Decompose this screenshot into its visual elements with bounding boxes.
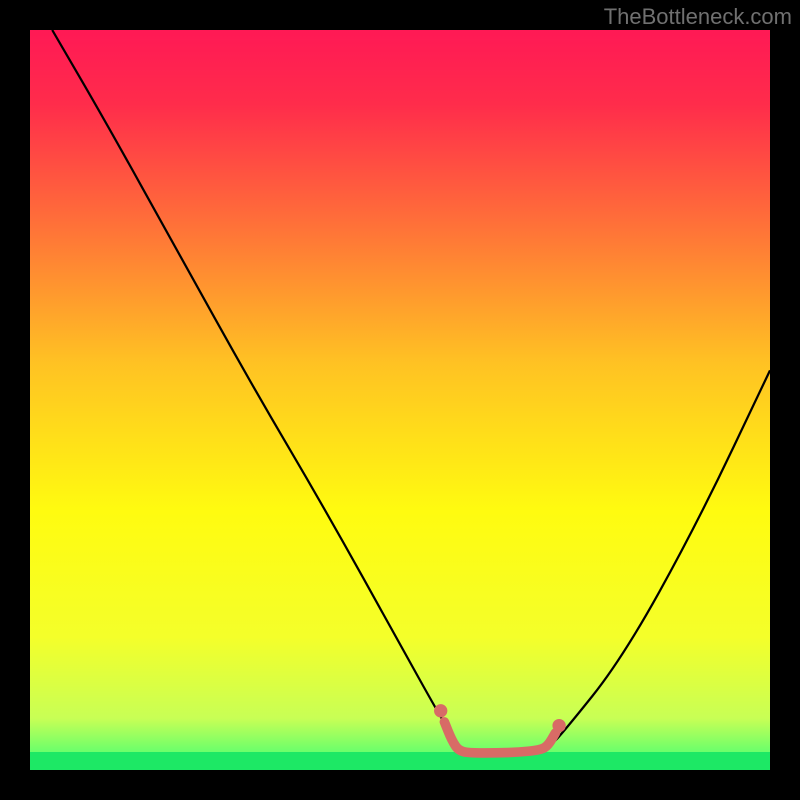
bottleneck-curve-line [52,30,770,755]
optimal-zone-marker-line [444,722,555,753]
watermark-text: TheBottleneck.com [604,4,792,30]
chart-plot-area [30,30,770,770]
chart-container: TheBottleneck.com [0,0,800,800]
chart-curve-layer [30,30,770,770]
optimal-zone-dot-right [552,719,565,732]
optimal-zone-dot-left [434,704,447,717]
